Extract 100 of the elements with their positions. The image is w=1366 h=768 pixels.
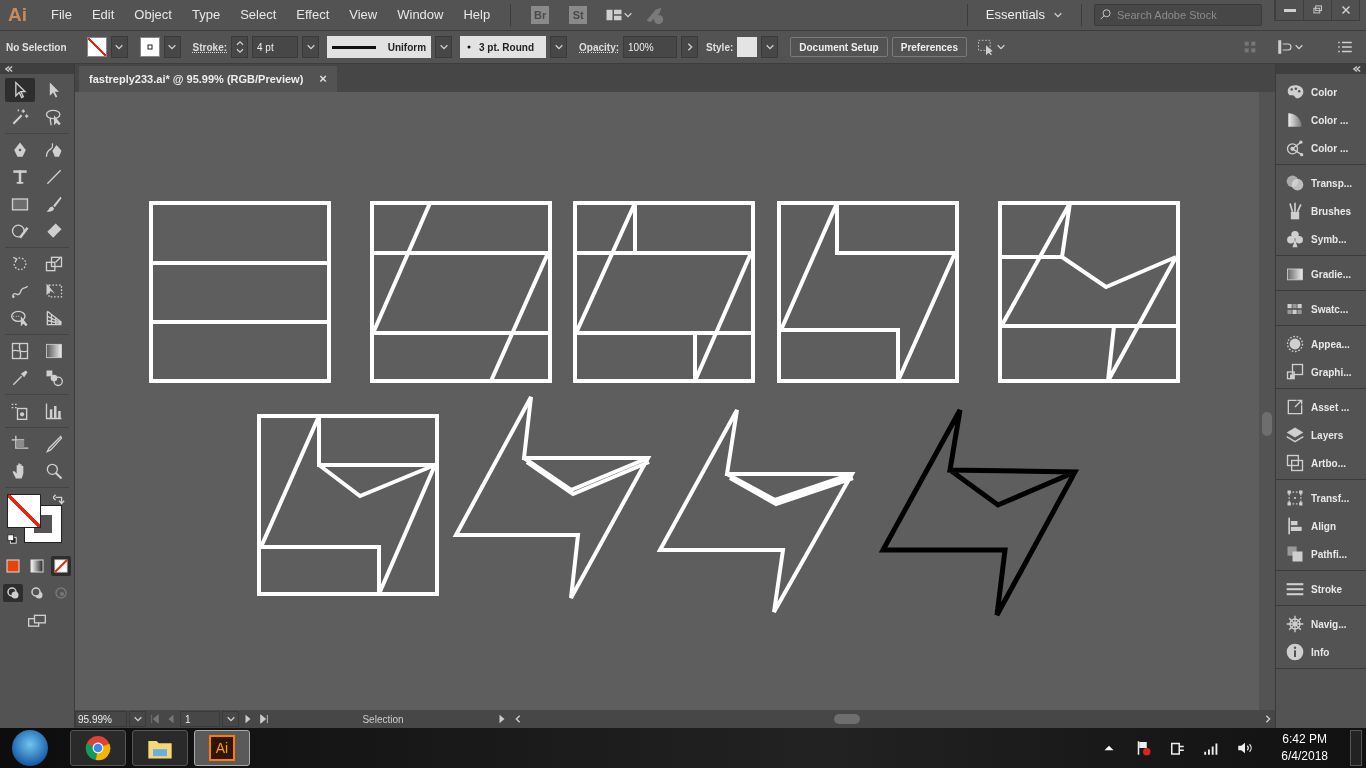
menu-item[interactable]: File (43, 5, 80, 25)
none-mode-button[interactable] (51, 556, 71, 576)
stroke-weight-field[interactable]: 4 pt (252, 36, 299, 58)
club-icon (1285, 229, 1305, 249)
caret-icon (623, 10, 634, 20)
caret-icon (225, 714, 236, 724)
dropdown-button[interactable] (163, 36, 181, 58)
stroke-profile-dropdown[interactable]: Uniform (327, 36, 432, 58)
menu-item[interactable]: Object (126, 5, 180, 25)
minimize-icon (1283, 8, 1296, 12)
panel-button[interactable]: Graphi... (1276, 358, 1366, 386)
ship-wheel-icon (1285, 614, 1305, 634)
scale-icon (44, 254, 64, 274)
previous-artboard-icon (166, 714, 176, 724)
panel-button[interactable]: Pathfi... (1276, 540, 1366, 568)
mesh-icon (10, 341, 30, 361)
chrome-icon (85, 735, 111, 761)
search-field[interactable]: Search Adobe Stock (1094, 4, 1262, 26)
line-icon (44, 167, 64, 187)
menu-item[interactable]: View (341, 5, 386, 25)
panel-button[interactable]: Layers (1276, 421, 1366, 449)
panel-button[interactable]: Swatc... (1276, 295, 1366, 323)
style-swatch[interactable] (737, 37, 758, 57)
menu-item[interactable]: Help (455, 5, 499, 25)
fill-swatch[interactable] (86, 37, 107, 57)
draw-behind-icon (30, 586, 44, 600)
menu-item[interactable]: Type (183, 5, 229, 25)
info-icon (1285, 642, 1305, 662)
toolbar-button[interactable]: Preferences (891, 37, 967, 57)
caret-icon (764, 42, 775, 52)
menu-item[interactable]: Effect (288, 5, 338, 25)
draw-inside-icon (54, 586, 68, 600)
dropdown-button[interactable] (110, 36, 128, 58)
appearance-circle-icon (1285, 334, 1305, 354)
dropdown-button[interactable] (761, 36, 779, 58)
draw-normal-button[interactable] (3, 584, 23, 602)
scroll-right-icon (1263, 714, 1273, 724)
selection-tool[interactable] (5, 78, 35, 102)
menu-item[interactable]: Select (232, 5, 285, 25)
last-artboard-icon (259, 714, 269, 724)
export-icon (1285, 397, 1305, 417)
magic-wand-icon (10, 107, 30, 127)
opacity-arrow-button[interactable] (681, 36, 699, 58)
gradient-swatch-icon (30, 559, 44, 573)
panel-button[interactable]: Brushes (1276, 197, 1366, 225)
panel-button[interactable]: Artbo... (1276, 449, 1366, 477)
brush-dropdown[interactable]: 3 pt. Round (460, 36, 547, 58)
scroll-left-icon (513, 714, 523, 724)
start-button[interactable] (12, 730, 48, 766)
stroke-swatch[interactable] (139, 37, 160, 57)
dropdown-button[interactable] (550, 36, 568, 58)
dropdown-button[interactable] (222, 711, 239, 727)
toolbar-button[interactable]: Document Setup (790, 37, 888, 57)
default-colors-icon (7, 534, 17, 544)
panel-button[interactable]: Stroke (1276, 575, 1366, 603)
opacity-field[interactable]: 100% (623, 36, 678, 58)
caret-icon (1294, 42, 1304, 52)
panel-button[interactable]: Info (1276, 638, 1366, 666)
workspace-switcher[interactable]: Essentials (979, 4, 1069, 26)
panel-button[interactable]: Navig... (1276, 610, 1366, 638)
zoom-icon (44, 461, 64, 481)
panel-button[interactable]: Gradie... (1276, 260, 1366, 288)
caret-icon (305, 42, 316, 52)
dropdown-button[interactable] (302, 36, 320, 58)
panel-button[interactable]: Appea... (1276, 330, 1366, 358)
dropdown-button[interactable] (129, 711, 146, 727)
vertical-scrollbar[interactable] (1259, 92, 1275, 710)
fill-box[interactable] (7, 494, 41, 528)
scroll-thumb[interactable] (1262, 412, 1272, 436)
panel-button[interactable]: Align (1276, 512, 1366, 540)
caret-icon (114, 42, 125, 52)
color-mode-button[interactable] (3, 556, 23, 576)
panel-button[interactable]: Transf... (1276, 484, 1366, 512)
caret-icon (996, 42, 1006, 52)
panel-button[interactable]: Color ... (1276, 106, 1366, 134)
align-left-icon (1285, 516, 1305, 536)
taskbar-app-button[interactable] (132, 730, 188, 766)
scroll-thumb[interactable] (834, 714, 861, 724)
gradient-mode-button[interactable] (27, 556, 47, 576)
panel-button[interactable]: Asset ... (1276, 393, 1366, 421)
artboard-field[interactable]: 1 (180, 711, 220, 727)
panel-button[interactable]: Transp... (1276, 169, 1366, 197)
dropdown-button[interactable] (435, 36, 453, 58)
menu-item[interactable]: Edit (83, 5, 123, 25)
panel-button[interactable]: Symb... (1276, 225, 1366, 253)
selection-status: No Selection (6, 40, 67, 55)
restore-icon (1310, 3, 1325, 17)
last-artboard-button[interactable] (257, 711, 271, 727)
taskbar-app-button[interactable]: Ai (194, 730, 250, 766)
document-tab-title: fastreply233.ai* @ 95.99% (RGB/Preview) (89, 71, 304, 87)
panel-button[interactable]: Color ... (1276, 134, 1366, 162)
taskbar-app-button[interactable] (70, 730, 126, 766)
pathfinder-icon (1285, 544, 1305, 564)
zoom-field[interactable]: 95.99% (75, 711, 127, 727)
clock-time: 6:42 PM (1281, 731, 1328, 748)
spinner-button[interactable] (231, 36, 249, 58)
menu-item[interactable]: Window (389, 5, 452, 25)
document-tab[interactable]: fastreply233.ai* @ 95.99% (RGB/Preview) × (79, 66, 337, 92)
panel-button[interactable]: Color (1276, 78, 1366, 106)
tab-close-button[interactable]: × (319, 69, 327, 89)
